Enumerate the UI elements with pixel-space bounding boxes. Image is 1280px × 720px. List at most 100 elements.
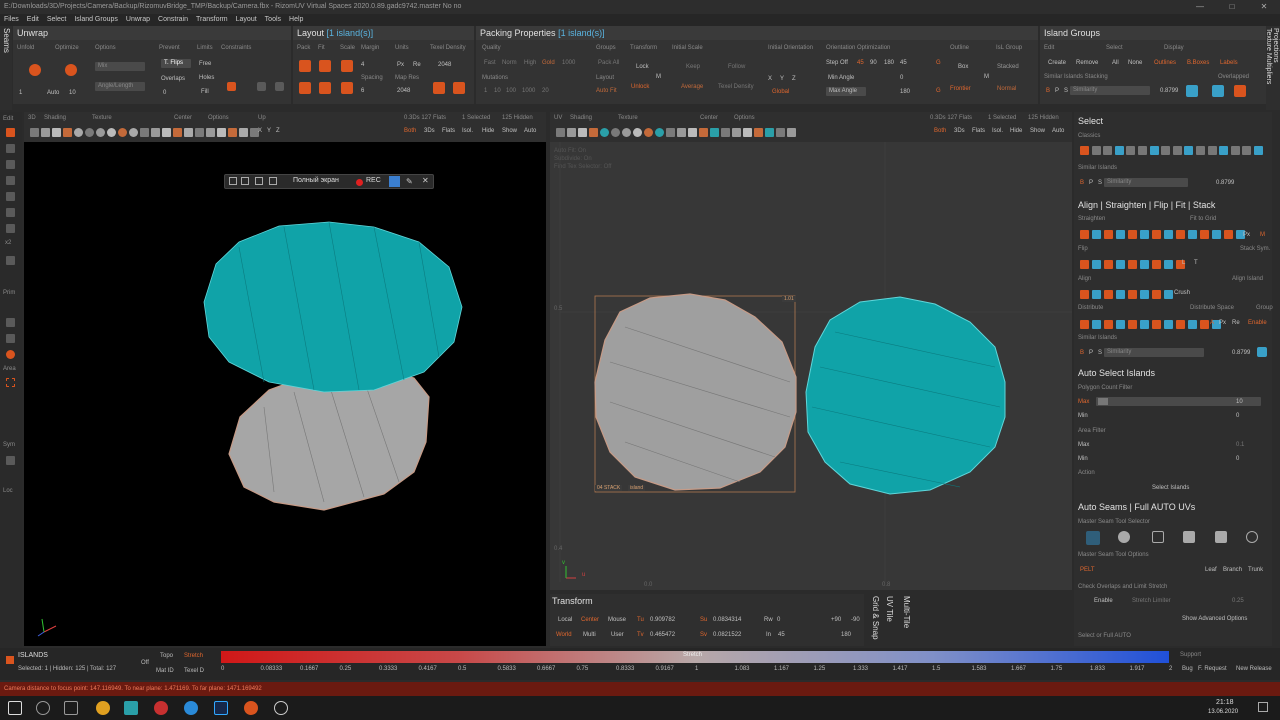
ig-similarity-value[interactable]: 0.8799 [1160,88,1178,94]
max-angle-field[interactable]: Max Angle [826,87,866,96]
pack-all-label[interactable]: Pack All [598,60,619,66]
v3d-menu-up[interactable]: Up [258,115,266,121]
constraint-x-icon[interactable] [227,82,236,91]
uv-show[interactable]: Show [1030,128,1045,134]
enable-button[interactable]: Enable [1094,598,1113,604]
uv-tool-15-icon[interactable] [710,128,719,137]
min-angle-value[interactable]: 0 [900,75,903,81]
mat-id-button[interactable]: Mat ID [156,668,174,674]
align-row4-tool-9-icon[interactable] [1176,320,1185,329]
align-row1-tool-12-icon[interactable] [1212,230,1221,239]
v3d-tool-8-icon[interactable] [107,128,116,137]
uv-tool-16-icon[interactable] [721,128,730,137]
step-45[interactable]: 45 [857,60,864,66]
mix-select[interactable]: Mix [95,62,145,71]
overlaps-value[interactable]: 0 [163,90,166,96]
v3d-tool-7-icon[interactable] [96,128,105,137]
constraint-cross-icon[interactable] [257,82,266,91]
map-res-value[interactable]: 2048 [397,88,410,94]
ig-remove-button[interactable]: Remove [1076,60,1098,66]
menu-tools[interactable]: Tools [265,14,281,26]
v3d-3ds[interactable]: 3Ds [424,128,435,134]
v3d-menu-3d[interactable]: 3D [28,115,36,121]
select-classic-1-icon[interactable] [1080,146,1089,155]
align-row1-tool-8-icon[interactable] [1164,230,1173,239]
photoshop-icon[interactable] [214,701,228,715]
unfold-iter-value[interactable]: 1 [19,90,22,96]
notifications-icon[interactable] [1258,702,1268,712]
poly-max-value[interactable]: 10 [1236,399,1243,405]
v3d-hide[interactable]: Hide [482,128,494,134]
v3d-isol[interactable]: Isol. [462,128,473,134]
align-row1-tool-9-icon[interactable] [1176,230,1185,239]
bug-button[interactable]: Bug [1182,666,1193,672]
align-similar-stack-icon[interactable] [1257,347,1267,357]
tu-value[interactable]: 0.909782 [650,617,675,623]
align-row1-tool-13-icon[interactable] [1224,230,1233,239]
v3d-tool-13-icon[interactable] [162,128,171,137]
average-label[interactable]: Average [681,84,703,90]
obs-icon[interactable] [274,701,288,715]
step-90[interactable]: 90 [870,60,877,66]
quality-high[interactable]: High [524,60,536,66]
lock-label[interactable]: Lock [636,64,649,70]
v3d-menu-options[interactable]: Options [208,115,229,121]
ig-similarity-field[interactable]: Similarity [1070,86,1150,95]
align-row1-tool-5-icon[interactable] [1128,230,1137,239]
in-value[interactable]: 45 [778,632,785,638]
select-classic-7-icon[interactable] [1149,146,1159,155]
close-icon[interactable]: ✕ [1248,0,1280,14]
magnet-icon[interactable] [6,208,15,217]
fit-icon[interactable] [319,60,331,72]
align-row2-tool-6-icon[interactable] [1140,260,1149,269]
t-flips-toggle[interactable]: T. Flips [161,59,191,68]
v3d-axis-y[interactable]: Y [267,128,271,134]
fit2-icon[interactable] [319,82,331,94]
align-row1-tool-4-icon[interactable] [1116,230,1125,239]
ig-s[interactable]: S [1064,88,1068,94]
align-row4-tool-5-icon[interactable] [1128,320,1137,329]
align-row3-tool-6-icon[interactable] [1140,290,1149,299]
lasso-icon[interactable] [6,160,15,169]
v3d-tool-18-icon[interactable] [217,128,226,137]
align-row4-tool-2-icon[interactable] [1092,320,1101,329]
sel-s[interactable]: S [1098,180,1102,186]
search-icon[interactable] [36,701,50,715]
rec-button[interactable]: REC [366,177,381,184]
grid-snap-tab[interactable]: Grid & Snap [871,596,880,640]
transform-center[interactable]: Center [581,617,599,623]
uv-tool-3-icon[interactable] [578,128,587,137]
menu-help[interactable]: Help [289,14,303,26]
optimize-icon[interactable] [65,64,77,76]
poly-min-value[interactable]: 0 [1236,413,1239,419]
shield-icon[interactable] [6,256,15,265]
texel-density-label[interactable]: Texel Density [718,84,754,90]
ig-all-button[interactable]: All [1112,60,1119,66]
uv-tool-13-icon[interactable] [688,128,697,137]
windows-start-icon[interactable] [8,701,22,715]
td-get-icon[interactable] [433,82,445,94]
select-classic-11-icon[interactable] [1196,146,1205,155]
ig-create-button[interactable]: Create [1048,60,1066,66]
uv-tool-4-icon[interactable] [589,128,598,137]
normal-label[interactable]: Normal [997,86,1016,92]
trunk-button[interactable]: Trunk [1248,567,1263,573]
outline-m[interactable]: M [984,74,989,80]
uv-tool-1-icon[interactable] [556,128,565,137]
rot-180[interactable]: 180 [841,632,851,638]
pack2-icon[interactable] [299,82,311,94]
transform-local[interactable]: Local [558,617,572,623]
axis-y[interactable]: Y [780,76,784,82]
follow-label[interactable]: Follow [728,64,745,70]
align-row3-tool-1-icon[interactable] [1080,290,1089,299]
v3d-tool-17-icon[interactable] [206,128,215,137]
sel-similarity-field[interactable]: Similarity [1104,178,1188,187]
uv-tile-tab[interactable]: UV Tile [885,596,894,622]
telegram-icon[interactable] [184,701,198,715]
area-max-value[interactable]: 0.1 [1236,442,1244,448]
sel-similarity-value[interactable]: 0.8799 [1216,180,1234,186]
pelt-button[interactable]: PELT [1080,567,1095,573]
ig-bboxes-button[interactable]: B.Boxes [1187,60,1209,66]
select-classic-16-icon[interactable] [1254,146,1263,155]
opera-icon[interactable] [154,701,168,715]
